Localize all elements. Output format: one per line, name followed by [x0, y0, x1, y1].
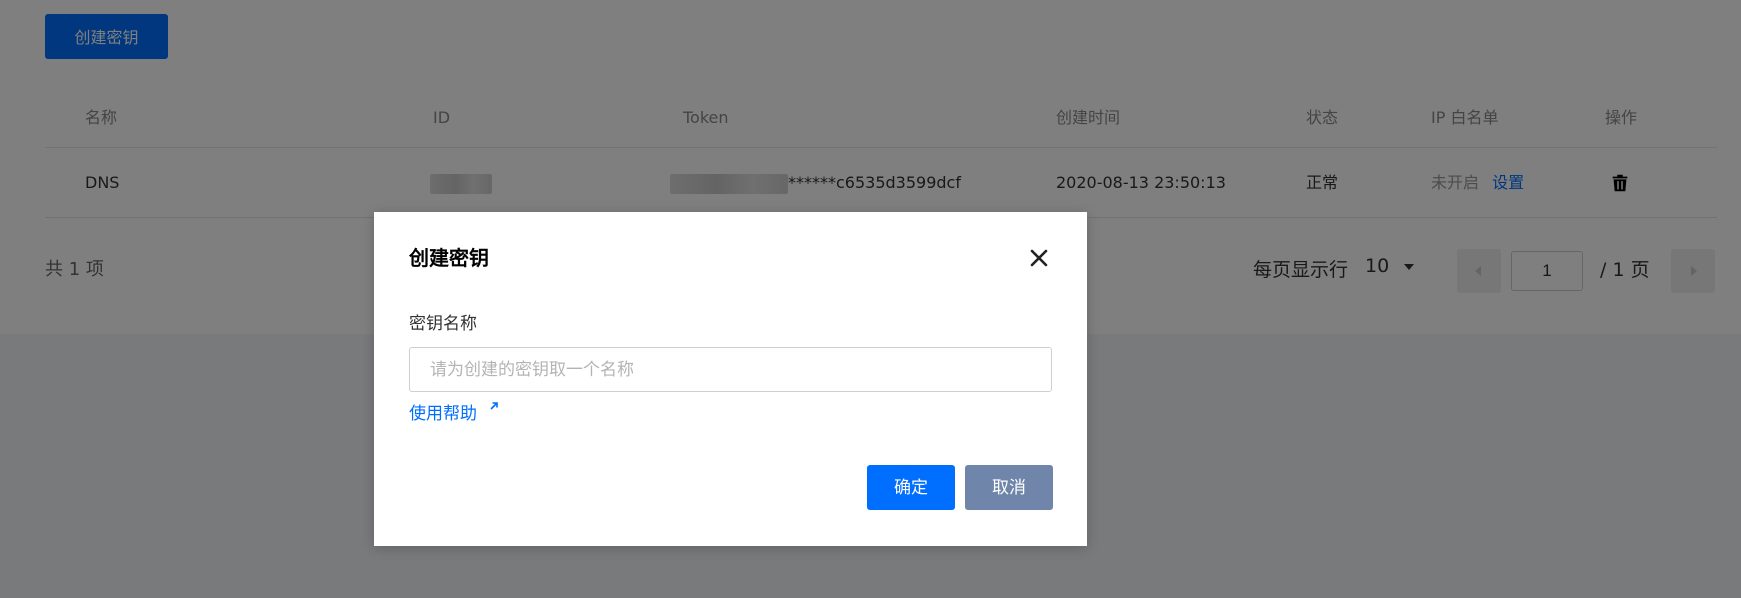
key-name-label: 密钥名称 [409, 314, 477, 334]
dialog-title: 创建密钥 [409, 246, 489, 270]
help-link[interactable]: 使用帮助 [409, 399, 477, 424]
close-icon[interactable] [1028, 247, 1050, 269]
external-link-icon [490, 402, 498, 410]
create-key-dialog: 创建密钥 密钥名称 使用帮助 确定 取消 [374, 212, 1087, 546]
confirm-button[interactable]: 确定 [867, 465, 955, 510]
cancel-button[interactable]: 取消 [965, 465, 1053, 510]
key-name-input[interactable] [409, 347, 1052, 392]
